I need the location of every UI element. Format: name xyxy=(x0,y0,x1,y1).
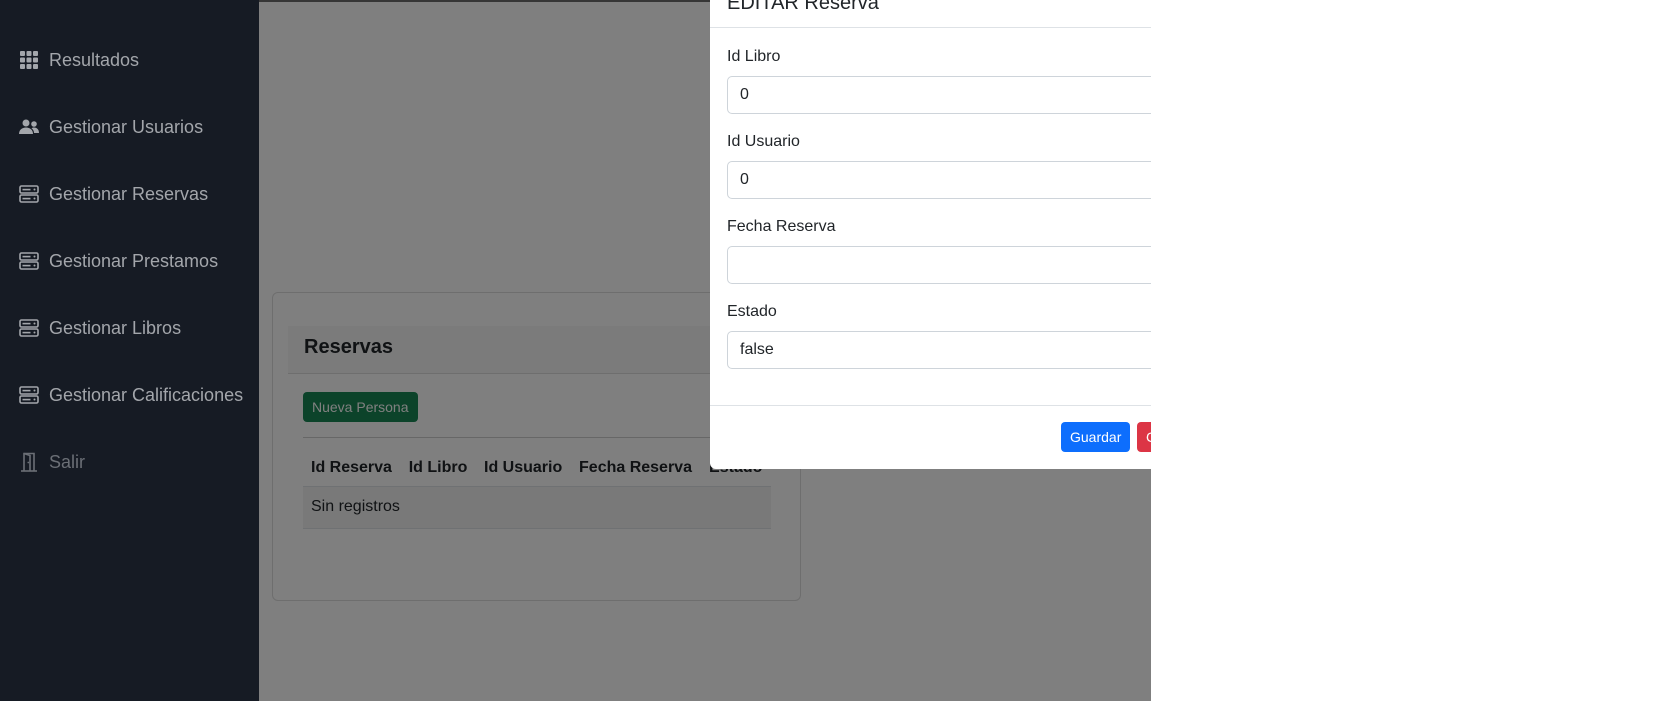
server-icon xyxy=(19,251,39,271)
sidebar-item-reservas[interactable]: Gestionar Reservas xyxy=(19,180,208,208)
server-icon xyxy=(19,184,39,204)
server-icon xyxy=(19,385,39,405)
sidebar-item-label: Salir xyxy=(49,451,86,472)
door-icon xyxy=(19,452,39,472)
users-icon xyxy=(19,117,39,137)
id-usuario-label: Id Usuario xyxy=(727,133,800,150)
edit-reserva-modal: EDITAR Reserva Id Libro Id Usuario Fecha… xyxy=(710,0,1151,469)
fecha-reserva-label: Fecha Reserva xyxy=(727,218,836,235)
sidebar-item-libros[interactable]: Gestionar Libros xyxy=(19,314,181,342)
close-button[interactable]: Cerrar xyxy=(1137,422,1151,452)
fecha-reserva-input[interactable] xyxy=(727,246,1151,284)
sidebar-item-usuarios[interactable]: Gestionar Usuarios xyxy=(19,113,203,141)
sidebar-item-label: Resultados xyxy=(49,49,140,70)
app-window: Resultados Gestionar Usuarios Gestionar … xyxy=(0,0,1667,701)
save-button[interactable]: Guardar xyxy=(1061,422,1131,452)
modal-header-divider xyxy=(710,27,1151,28)
sidebar-item-prestamos[interactable]: Gestionar Prestamos xyxy=(19,247,218,275)
sidebar: Resultados Gestionar Usuarios Gestionar … xyxy=(0,0,259,701)
sidebar-item-label: Gestionar Usuarios xyxy=(49,116,204,137)
sidebar-item-label: Gestionar Libros xyxy=(49,317,182,338)
modal-footer-divider xyxy=(710,405,1151,406)
id-libro-label: Id Libro xyxy=(727,48,781,65)
sidebar-item-label: Gestionar Prestamos xyxy=(49,250,219,271)
id-usuario-input[interactable] xyxy=(727,161,1151,199)
estado-label: Estado xyxy=(727,303,777,320)
server-icon xyxy=(19,318,39,338)
sidebar-item-label: Gestionar Reservas xyxy=(49,183,209,204)
sidebar-item-resultados[interactable]: Resultados xyxy=(19,46,139,74)
grid-icon xyxy=(19,50,39,70)
sidebar-item-calificaciones[interactable]: Gestionar Calificaciones xyxy=(19,381,243,409)
modal-title: EDITAR Reserva xyxy=(727,0,879,14)
id-libro-input[interactable] xyxy=(727,76,1151,114)
sidebar-item-label: Gestionar Calificaciones xyxy=(49,384,244,405)
estado-input[interactable] xyxy=(727,331,1151,369)
sidebar-item-salir[interactable]: Salir xyxy=(19,448,85,476)
